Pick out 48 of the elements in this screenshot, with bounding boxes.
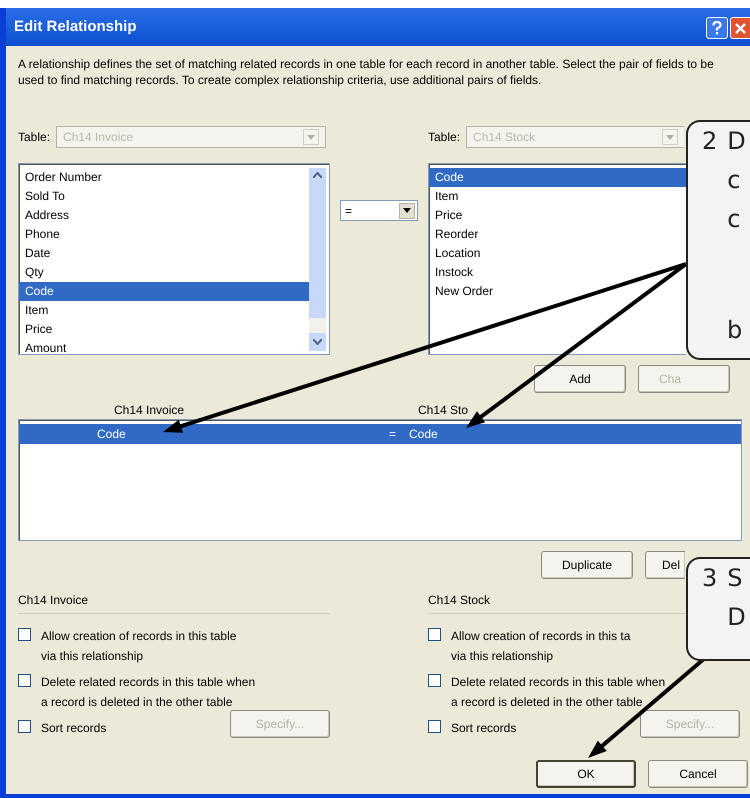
add-button[interactable]: Add (534, 365, 626, 393)
caret-icon (662, 129, 678, 145)
duplicate-button[interactable]: Duplicate (541, 551, 633, 579)
callout-text: D (727, 126, 746, 157)
table-cell-text: = (389, 426, 398, 443)
close-button[interactable] (730, 17, 750, 39)
caret-icon (303, 129, 320, 145)
callout-text: c (727, 165, 742, 196)
callout-text: S (727, 563, 744, 594)
scroll-up-icon[interactable] (313, 172, 322, 178)
callout-text: c (727, 204, 742, 235)
checkbox-label: Delete related records in this table when a record is deleted in the other table (41, 674, 256, 711)
group-title: Ch14 Invoice (18, 592, 88, 609)
column-header: Ch14 Invoice (113, 402, 186, 419)
help-icon (712, 21, 722, 35)
checkbox[interactable] (428, 720, 441, 733)
relationship-grid[interactable]: Code = Code (18, 419, 742, 541)
description-text: A relationship defines the set of matching related records in one table for each record in another table. Select the pair of fields to be used to find matching records. To create complex relationship criteria, use additional pairs of fields. (18, 56, 715, 88)
cancel-button[interactable]: Cancel (648, 760, 748, 788)
relationship-row[interactable]: Code = Code (19, 424, 741, 444)
callout-number: 2 (702, 126, 718, 157)
callout-number: 3 (702, 563, 718, 594)
group-title: Ch14 Stock (428, 592, 490, 609)
window-title: Edit Relationship (14, 16, 137, 37)
ok-button[interactable]: OK (536, 760, 636, 788)
help-button[interactable] (706, 17, 728, 39)
table-cell-text: Code (96, 426, 127, 443)
callout-text: D (727, 602, 746, 633)
caret-icon (399, 202, 415, 218)
checkbox[interactable] (428, 674, 441, 687)
operator-dropdown[interactable]: = (340, 200, 418, 221)
checkbox-label: Sort records (451, 720, 516, 737)
close-icon (735, 22, 746, 34)
table-cell-text: Code (409, 426, 438, 443)
checkbox[interactable] (18, 674, 31, 687)
table-label: Table: (428, 129, 460, 146)
checkbox[interactable] (428, 628, 441, 641)
checkbox[interactable] (18, 628, 31, 641)
delete-button[interactable]: Del (645, 551, 685, 579)
column-header: Ch14 Sto (418, 402, 468, 419)
checkbox[interactable] (18, 720, 31, 733)
checkbox-label: Allow creation of records in this table via this relationship (41, 628, 236, 665)
callout-text: b (727, 315, 744, 346)
table-label: Table: (18, 129, 50, 146)
checkbox-label: Allow creation of records in this ta via this relationship (451, 628, 630, 665)
checkbox-label: Delete related records in this table when a record is deleted in the other table (451, 674, 666, 711)
scroll-down-icon[interactable] (313, 339, 322, 345)
checkbox-label: Sort records (41, 720, 106, 737)
